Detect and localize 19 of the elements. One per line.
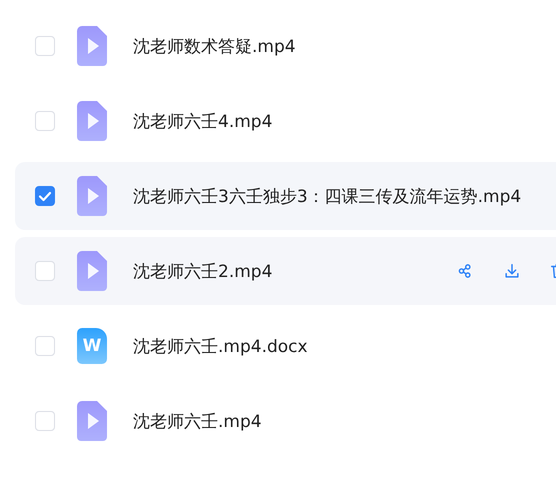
file-row[interactable]: 沈老师六壬.mp4 (15, 387, 556, 455)
file-row[interactable]: 沈老师数术答疑.mp4 (15, 12, 556, 80)
file-row[interactable]: 沈老师六壬2.mp4 (15, 237, 556, 305)
file-name[interactable]: 沈老师六壬.mp4 (133, 410, 262, 432)
video-file-icon (77, 26, 107, 66)
document-file-icon: W (77, 328, 107, 364)
file-name[interactable]: 沈老师数术答疑.mp4 (133, 34, 296, 58)
file-row[interactable]: W 沈老师六壬.mp4.docx (15, 312, 556, 380)
video-file-icon (77, 251, 107, 291)
video-file-icon (77, 401, 107, 441)
file-name[interactable]: 沈老师六壬4.mp4 (133, 110, 272, 132)
file-name[interactable]: 沈老师六壬3六壬独步3：四课三传及流年运势.mp4 (133, 184, 522, 208)
checkbox[interactable] (35, 186, 55, 206)
file-name[interactable]: 沈老师六壬.mp4.docx (133, 334, 308, 358)
file-row[interactable]: 沈老师六壬3六壬独步3：四课三传及流年运势.mp4 (15, 162, 556, 230)
video-file-icon (77, 176, 107, 216)
file-row[interactable]: 沈老师六壬4.mp4 (15, 87, 556, 155)
video-file-icon (77, 101, 107, 141)
file-name[interactable]: 沈老师六壬2.mp4 (133, 260, 272, 282)
